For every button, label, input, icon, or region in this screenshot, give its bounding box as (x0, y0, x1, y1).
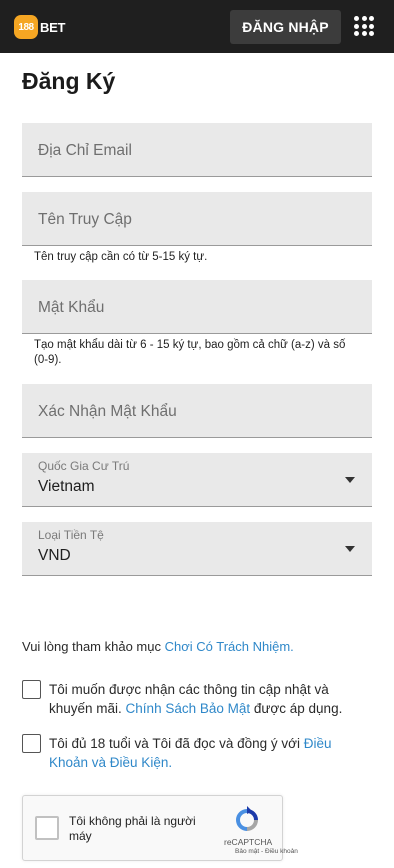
marketing-suffix: được áp dụng. (250, 701, 343, 716)
terms-consent-text: Tôi đủ 18 tuổi và Tôi đã đọc và đồng ý v… (49, 734, 369, 772)
responsible-gaming-link[interactable]: Chơi Có Trách Nhiệm. (165, 639, 294, 654)
recaptcha-checkbox[interactable] (35, 816, 59, 840)
country-label: Quốc Gia Cư Trú (38, 459, 130, 473)
responsible-text: Vui lòng tham khảo mục (22, 639, 165, 654)
country-value: Vietnam (38, 478, 95, 495)
recaptcha-brand: reCAPTCHA (224, 837, 273, 847)
page-title: Đăng Ký (22, 68, 116, 94)
recaptcha-widget: Tôi không phải là người máy reCAPTCHA Bả… (22, 795, 298, 861)
currency-label: Loại Tiền Tệ (38, 528, 104, 542)
responsible-gaming-note: Vui lòng tham khảo mục Chơi Có Trách Nhi… (22, 639, 294, 654)
privacy-policy-link[interactable]: Chính Sách Bảo Mật (126, 701, 251, 716)
confirm-password-field[interactable]: Xác Nhận Mật Khẩu (22, 384, 372, 438)
recaptcha-label: Tôi không phải là người máy (69, 814, 196, 843)
country-select[interactable]: Quốc Gia Cư Trú Vietnam (22, 453, 372, 507)
username-hint: Tên truy cập cần có từ 5-15 ký tự. (34, 251, 208, 263)
username-field[interactable]: Tên Truy Cập (22, 192, 372, 246)
marketing-checkbox[interactable] (22, 680, 41, 699)
currency-value: VND (38, 547, 71, 564)
logo-number: 188 (18, 21, 34, 33)
currency-select[interactable]: Loại Tiền Tệ VND (22, 522, 372, 576)
logo-badge: 188 (14, 15, 38, 39)
username-placeholder: Tên Truy Cập (38, 211, 132, 228)
password-hint: Tạo mật khẩu dài từ 6 - 15 ký tự, bao gồ… (34, 339, 346, 366)
password-field[interactable]: Mật Khẩu (22, 280, 372, 334)
grid-icon[interactable] (354, 16, 374, 36)
top-bar: 188 BET ĐĂNG NHẬP (0, 0, 394, 53)
chevron-down-icon (345, 477, 355, 483)
brand-logo[interactable]: 188 BET (14, 14, 65, 40)
password-placeholder: Mật Khẩu (38, 299, 105, 316)
chevron-down-icon (345, 546, 355, 552)
terms-text: Tôi đủ 18 tuổi và Tôi đã đọc và đồng ý v… (49, 736, 304, 751)
email-field[interactable]: Địa Chỉ Email (22, 123, 372, 177)
confirm-password-placeholder: Xác Nhận Mật Khẩu (38, 403, 177, 420)
email-placeholder: Địa Chỉ Email (38, 142, 132, 159)
terms-checkbox[interactable] (22, 734, 41, 753)
login-button[interactable]: ĐĂNG NHẬP (230, 10, 341, 44)
recaptcha-icon (236, 806, 258, 831)
marketing-consent-text: Tôi muốn được nhận các thông tin cập nhậ… (49, 680, 369, 718)
recaptcha-links[interactable]: Bảo mật - Điều khoản (235, 848, 298, 855)
logo-text: BET (40, 19, 66, 35)
